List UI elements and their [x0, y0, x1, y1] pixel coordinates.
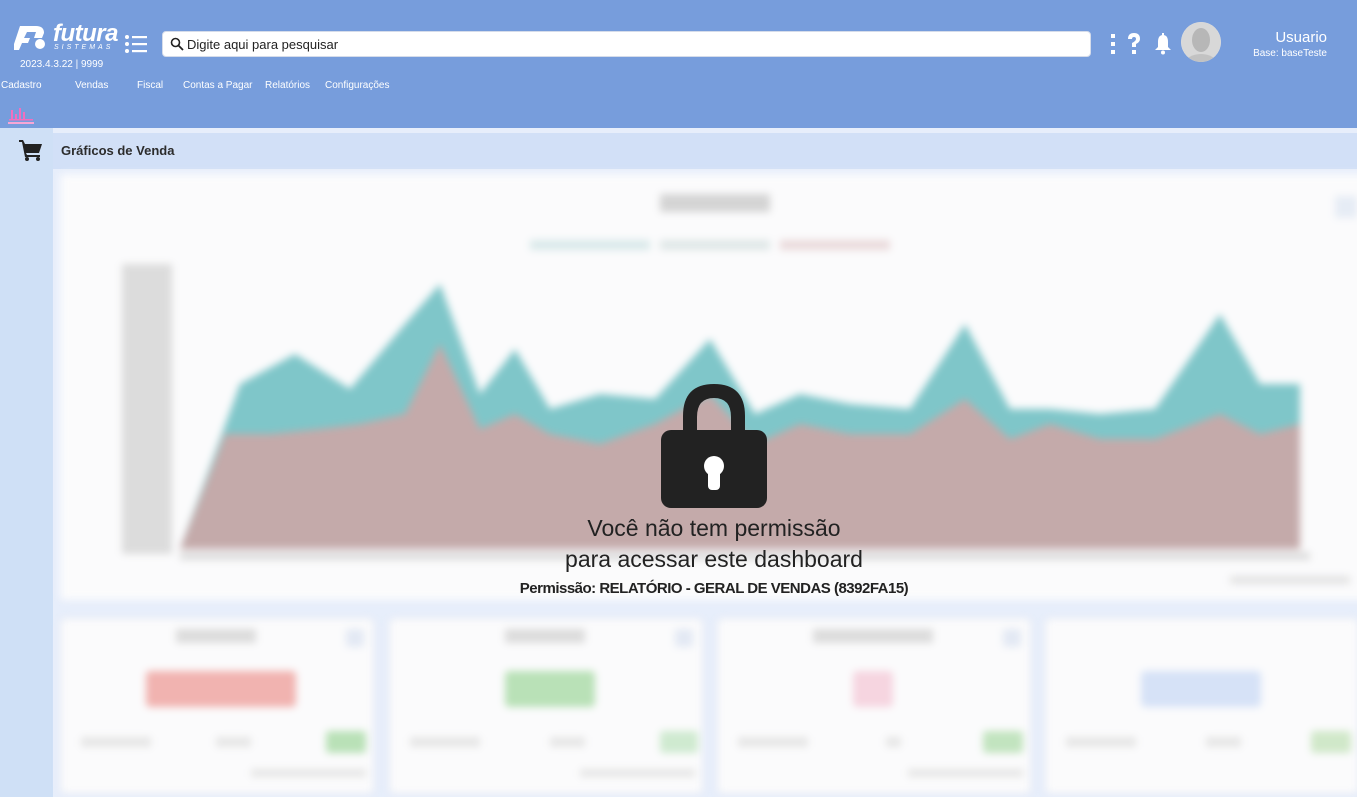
- no-permission-message-line2: para acessar este dashboard: [565, 546, 863, 572]
- user-base: Base: baseTeste: [1253, 48, 1327, 59]
- blurred-kpi-red: [81, 629, 366, 777]
- nav-cadastro[interactable]: Cadastro: [1, 80, 42, 91]
- shopping-cart-icon[interactable]: [19, 139, 43, 161]
- blurred-kpi-card-4: [1045, 618, 1357, 794]
- brand-sub: SISTEMAS: [54, 44, 114, 51]
- left-rail: [0, 128, 53, 797]
- blurred-kpi-blue: [1066, 671, 1351, 753]
- blurred-kpi-card-3: [717, 618, 1031, 794]
- nav-fiscal[interactable]: Fiscal: [137, 80, 163, 91]
- nav-relatorios[interactable]: Relatórios: [265, 80, 310, 91]
- permission-code: Permissão: RELATÓRIO - GERAL DE VENDAS (…: [519, 580, 909, 597]
- help-icon[interactable]: [1126, 32, 1142, 56]
- blurred-kpi-card-2: [389, 618, 703, 794]
- user-name: Usuario: [1275, 29, 1327, 46]
- user-info[interactable]: Usuario Base: baseTeste: [1253, 29, 1327, 59]
- top-header: futura SISTEMAS 2023.4.3.22 | 9999 Usuar…: [0, 0, 1357, 128]
- search-bar: [162, 31, 1091, 57]
- nav-vendas[interactable]: Vendas: [75, 80, 108, 91]
- more-vertical-icon[interactable]: [1108, 32, 1118, 56]
- blurred-kpi-pink: [738, 629, 1023, 777]
- page-title: Gráficos de Venda: [61, 143, 175, 158]
- menu-list-icon[interactable]: [124, 34, 148, 54]
- notification-bell-icon[interactable]: [1154, 32, 1172, 56]
- nav-configuracoes[interactable]: Configurações: [325, 80, 389, 91]
- search-input[interactable]: [187, 34, 1077, 54]
- blurred-kpi-green: [410, 629, 698, 777]
- no-permission-message: Você não tem permissão: [587, 515, 841, 541]
- page-title-bar: Gráficos de Venda: [53, 133, 1357, 169]
- avatar-person-icon: [1181, 22, 1221, 62]
- version-label: 2023.4.3.22 | 9999: [20, 59, 104, 70]
- lock-icon: [661, 384, 767, 508]
- search-icon: [170, 37, 184, 51]
- futura-logo-icon: [14, 26, 45, 50]
- bar-chart-tab-icon[interactable]: [8, 104, 34, 124]
- blurred-kpi-card-1: [60, 618, 374, 794]
- futura-logo[interactable]: futura SISTEMAS: [14, 20, 124, 62]
- user-avatar[interactable]: [1181, 22, 1221, 62]
- nav-contas-a-pagar[interactable]: Contas a Pagar: [183, 80, 253, 91]
